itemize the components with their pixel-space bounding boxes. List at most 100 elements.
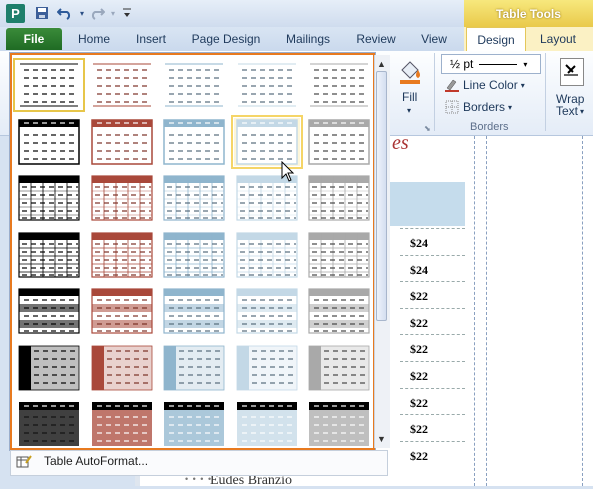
scroll-up-icon[interactable]: ▲ xyxy=(374,56,389,71)
table-style-filled-lightblue[interactable] xyxy=(233,400,300,448)
table-autoformat-icon xyxy=(16,454,32,470)
table-style-grid2-lightblue[interactable] xyxy=(233,230,300,279)
undo-icon[interactable] xyxy=(56,4,74,22)
table-style-header-blue[interactable] xyxy=(161,117,227,166)
table-row-divider xyxy=(400,254,465,256)
layout-guide xyxy=(486,136,487,486)
tab-home[interactable]: Home xyxy=(70,27,118,51)
table-style-filled-black[interactable] xyxy=(16,400,82,448)
table-autoformat-label: Table AutoFormat... xyxy=(44,454,149,468)
price-cell: $24 xyxy=(410,236,428,250)
line-color-button[interactable]: Line Color ▾ xyxy=(445,78,525,92)
price-cell: $22 xyxy=(410,422,428,437)
table-style-plain-red[interactable] xyxy=(88,61,155,109)
tab-review[interactable]: Review xyxy=(348,27,404,51)
customize-icon[interactable] xyxy=(118,4,136,22)
chevron-down-icon: ▾ xyxy=(580,106,585,116)
chevron-down-icon: ▾ xyxy=(508,102,513,112)
dialog-launcher-icon[interactable]: ⬊ xyxy=(424,124,431,133)
table-style-band-gray[interactable] xyxy=(306,287,372,335)
tab-layout[interactable]: Layout xyxy=(530,27,586,51)
fill-dropdown-icon[interactable]: ▾ xyxy=(407,106,411,115)
fill-button[interactable]: Fill xyxy=(402,90,417,104)
table-style-grid2-blue[interactable] xyxy=(161,230,227,279)
tab-design[interactable]: Design xyxy=(466,27,526,51)
mouse-cursor-icon xyxy=(281,160,295,186)
tab-insert[interactable]: Insert xyxy=(128,27,174,51)
table-style-grid2-black[interactable] xyxy=(16,230,82,279)
table-style-firstcol-red[interactable] xyxy=(88,343,155,392)
table-style-plain-blue[interactable] xyxy=(161,61,227,109)
wrap-text-label-2[interactable]: Text ▾ xyxy=(556,104,584,118)
table-style-firstcol-gray[interactable] xyxy=(306,343,372,392)
price-cell: $22 xyxy=(410,289,428,304)
price-cell: $22 xyxy=(410,315,428,330)
table-row-divider xyxy=(400,334,465,336)
border-weight-dropdown[interactable]: ½ pt ▾ xyxy=(441,54,541,74)
group-divider xyxy=(545,53,546,131)
table-style-header-gray[interactable] xyxy=(306,117,372,166)
table-style-plain-black[interactable] xyxy=(13,58,85,112)
table-style-header-black[interactable] xyxy=(16,117,82,166)
borders-button[interactable]: Borders ▾ xyxy=(445,100,512,114)
layout-guide xyxy=(582,136,583,486)
tab-page-design[interactable]: Page Design xyxy=(184,27,268,51)
table-row-divider xyxy=(400,307,465,309)
table-row-divider xyxy=(400,440,465,442)
document-heading: es xyxy=(392,132,409,154)
table-style-grid-blue[interactable] xyxy=(161,174,227,222)
table-style-header-red[interactable] xyxy=(88,117,155,166)
table-style-grid2-red[interactable] xyxy=(88,230,155,279)
tab-file[interactable]: File xyxy=(6,28,62,50)
table-style-firstcol-black[interactable] xyxy=(16,343,82,392)
price-cell: $22 xyxy=(410,448,428,463)
table-row-divider xyxy=(400,281,465,283)
price-cell: $22 xyxy=(410,395,428,410)
wrap-text-label-2-text: Text xyxy=(556,104,579,118)
tab-mailings[interactable]: Mailings xyxy=(278,27,338,51)
tab-view[interactable]: View xyxy=(412,27,456,51)
table-style-band-black[interactable] xyxy=(16,287,82,335)
table-style-firstcol-lightblue[interactable] xyxy=(233,343,300,392)
table-row-divider xyxy=(400,387,465,389)
table-style-grid2-gray[interactable] xyxy=(306,230,372,279)
table-style-plain-lightblue[interactable] xyxy=(233,61,300,109)
table-row-divider xyxy=(400,361,465,362)
borders-icon xyxy=(445,100,459,114)
table-style-band-lightblue[interactable] xyxy=(233,287,300,335)
border-weight-value: ½ pt xyxy=(450,57,474,71)
table-tools-header: Table Tools xyxy=(464,0,593,27)
table-style-plain-gray[interactable] xyxy=(306,61,372,109)
group-divider xyxy=(434,53,435,131)
table-style-filled-gray[interactable] xyxy=(306,400,372,448)
table-style-band-blue[interactable] xyxy=(161,287,227,335)
borders-label: Borders xyxy=(463,100,506,114)
price-cell: $22 xyxy=(410,369,428,383)
chevron-down-icon: ▾ xyxy=(520,80,525,90)
fill-icon[interactable] xyxy=(396,56,424,84)
chevron-down-icon: ▾ xyxy=(523,59,528,69)
table-style-band-red[interactable] xyxy=(88,287,155,335)
table-style-grid-gray[interactable] xyxy=(306,174,372,222)
table-row-divider xyxy=(400,228,465,229)
borders-group-label: Borders xyxy=(470,121,509,133)
table-row-divider xyxy=(400,414,465,416)
table-style-filled-red[interactable] xyxy=(88,400,155,448)
layout-guide xyxy=(474,136,475,486)
table-style-filled-blue[interactable] xyxy=(161,400,227,448)
scroll-down-icon[interactable]: ▼ xyxy=(374,431,389,446)
line-color-label: Line Color xyxy=(463,78,518,92)
price-cell: $24 xyxy=(410,262,428,277)
save-icon[interactable] xyxy=(33,4,51,22)
wrap-text-icon xyxy=(560,58,584,86)
table-style-firstcol-blue[interactable] xyxy=(161,343,227,392)
table-style-grid-red[interactable] xyxy=(88,174,155,222)
resize-grip-icon[interactable]: • • • • xyxy=(185,474,212,484)
scroll-thumb[interactable] xyxy=(376,71,387,321)
table-style-header-lightblue[interactable] xyxy=(230,114,303,169)
border-line-sample xyxy=(479,63,518,65)
line-color-icon xyxy=(445,79,459,92)
app-icon[interactable]: P xyxy=(6,4,25,23)
gallery-grid xyxy=(12,55,375,448)
table-style-grid-black[interactable] xyxy=(16,174,82,222)
